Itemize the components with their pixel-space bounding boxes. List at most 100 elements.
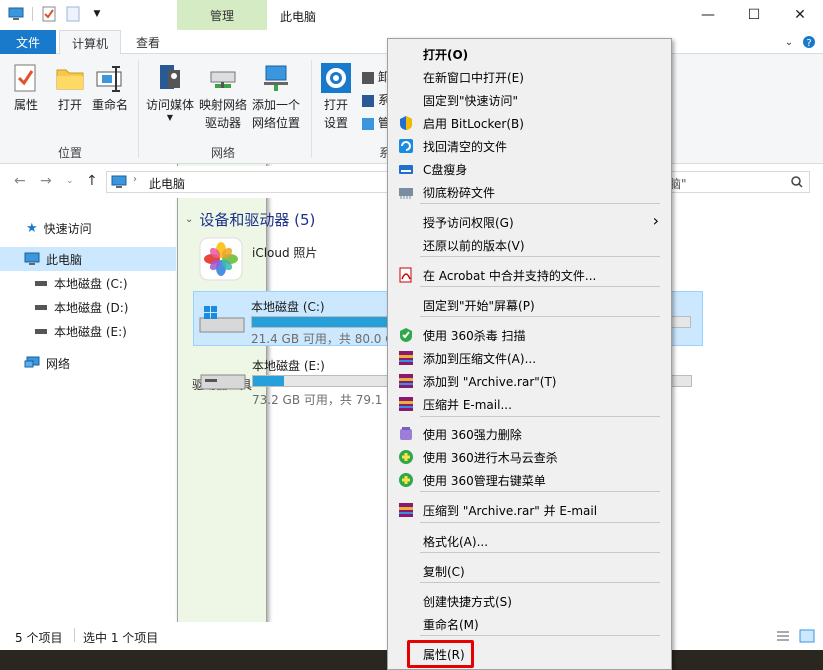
sidebar-item-quick-access[interactable]: ★ 快速访问 bbox=[0, 216, 176, 240]
maximize-button[interactable]: ☐ bbox=[731, 0, 777, 30]
collapse-chevron-icon: ⌄ bbox=[185, 214, 194, 225]
system-props-icon bbox=[362, 94, 374, 107]
sidebar-item-this-pc[interactable]: 此电脑 bbox=[0, 247, 176, 271]
rename-icon bbox=[96, 66, 122, 92]
rename-button[interactable]: 重命名 bbox=[92, 62, 128, 114]
context-menu-item[interactable]: 固定到"开始"屏幕(P) bbox=[390, 294, 669, 316]
context-menu-item[interactable]: 找回清空的文件 bbox=[390, 135, 669, 157]
context-menu-item[interactable]: 使用 360杀毒 扫描 bbox=[390, 324, 669, 346]
drive-icon bbox=[35, 305, 47, 310]
context-menu-item[interactable]: 压缩到 "Archive.rar" 并 E-mail bbox=[390, 499, 669, 521]
quick-access-toolbar: ▼ bbox=[8, 6, 113, 22]
close-button[interactable]: ✕ bbox=[777, 0, 823, 30]
context-menu-item[interactable]: 格式化(A)... bbox=[390, 530, 669, 552]
breadcrumb-path[interactable]: 此电脑 bbox=[149, 175, 185, 192]
access-media-button[interactable]: 访问媒体 ▼ bbox=[146, 62, 194, 122]
sidebar-item-drive-d[interactable]: 本地磁盘 (D:) bbox=[0, 295, 176, 319]
tab-view[interactable]: 查看 bbox=[124, 30, 172, 54]
details-view-icon[interactable] bbox=[776, 629, 790, 643]
sidebar-item-label: 本地磁盘 (E:) bbox=[54, 324, 127, 339]
context-menu-item[interactable]: 彻底粉碎文件 bbox=[390, 181, 669, 203]
add-network-location-button[interactable]: 添加一个 网络位置 bbox=[252, 62, 300, 132]
shred-icon bbox=[398, 184, 414, 200]
sidebar-item-drive-e[interactable]: 本地磁盘 (E:) bbox=[0, 319, 176, 343]
back-arrow-icon[interactable]: ← bbox=[14, 173, 26, 189]
properties-button[interactable]: 属性 bbox=[10, 62, 42, 114]
search-icon[interactable] bbox=[791, 176, 803, 188]
context-menu-item[interactable]: 压缩并 E-mail... bbox=[390, 393, 669, 415]
context-menu-item[interactable]: 打开(O) bbox=[390, 43, 669, 65]
properties-icon bbox=[14, 64, 36, 92]
c-slim-icon bbox=[398, 161, 414, 177]
map-drive-button[interactable]: 映射网络 驱动器 bbox=[199, 62, 247, 132]
ribbon-collapse-icon[interactable]: ⌄ bbox=[780, 30, 798, 54]
context-menu-item[interactable]: 添加到压缩文件(A)... bbox=[390, 347, 669, 369]
context-menu-item[interactable]: 固定到"快速访问" bbox=[390, 89, 669, 111]
context-menu-item[interactable]: 使用 360进行木马云查杀 bbox=[390, 446, 669, 468]
winrar-icon bbox=[398, 396, 414, 412]
manage-context-tab-header: 管理 bbox=[177, 0, 267, 30]
context-menu-item[interactable]: 授予访问权限(G) › bbox=[390, 211, 669, 233]
sidebar-item-drive-c[interactable]: 本地磁盘 (C:) bbox=[0, 271, 176, 295]
context-menu-label: 固定到"快速访问" bbox=[423, 94, 519, 108]
context-menu-separator bbox=[420, 635, 660, 636]
item-count: 5 个项目 bbox=[15, 631, 63, 645]
new-folder-icon[interactable] bbox=[65, 6, 81, 22]
open-button[interactable]: 打开 bbox=[54, 62, 86, 114]
context-menu-item[interactable]: 还原以前的版本(V) bbox=[390, 234, 669, 256]
computer-small-icon bbox=[8, 6, 24, 22]
svg-text:?: ? bbox=[806, 38, 811, 49]
360-trojan-icon bbox=[398, 449, 414, 465]
section-title: 设备和驱动器 (5) bbox=[199, 211, 316, 229]
context-menu-item[interactable]: 使用 360管理右键菜单 bbox=[390, 469, 669, 491]
drive-usage-fill bbox=[253, 376, 284, 386]
media-icon bbox=[160, 65, 180, 89]
drive-space-text: 21.4 GB 可用，共 80.0 G bbox=[251, 332, 395, 346]
ribbon-system-partial: 卸 系 管 bbox=[362, 66, 390, 135]
context-menu-item[interactable]: 创建快捷方式(S) bbox=[390, 590, 669, 612]
context-menu-label: 添加到压缩文件(A)... bbox=[423, 352, 537, 366]
context-menu-label: 压缩并 E-mail... bbox=[423, 398, 512, 412]
properties-check-icon[interactable] bbox=[41, 6, 57, 22]
context-menu-item[interactable]: C盘瘦身 bbox=[390, 158, 669, 180]
search-box[interactable]: 脑" bbox=[660, 171, 810, 193]
drive-icon bbox=[35, 281, 47, 286]
context-menu-label: 创建快捷方式(S) bbox=[423, 595, 512, 609]
context-menu-item[interactable]: 重命名(M) bbox=[390, 613, 669, 635]
drive-tile-icloud[interactable]: iCloud 照片 bbox=[195, 233, 405, 288]
network-location-icon bbox=[264, 65, 288, 91]
forward-arrow-icon[interactable]: → bbox=[40, 173, 52, 189]
context-menu-label: C盘瘦身 bbox=[423, 163, 468, 177]
minimize-button[interactable]: — bbox=[685, 0, 731, 30]
context-menu-label: 还原以前的版本(V) bbox=[423, 239, 525, 253]
context-menu-item[interactable]: 复制(C) bbox=[390, 560, 669, 582]
devices-section-header[interactable]: ⌄ 设备和驱动器 (5) bbox=[185, 209, 315, 230]
large-icons-view-icon[interactable] bbox=[799, 628, 815, 644]
context-menu-item[interactable]: 在新窗口中打开(E) bbox=[390, 66, 669, 88]
sidebar-item-network[interactable]: 网络 bbox=[0, 351, 176, 375]
breadcrumb-chevron-icon: › bbox=[133, 174, 137, 185]
context-menu-item[interactable]: 启用 BitLocker(B) bbox=[390, 112, 669, 134]
tab-computer[interactable]: 计算机 bbox=[59, 30, 121, 55]
rename-label: 重命名 bbox=[92, 98, 129, 112]
qat-dropdown-icon[interactable]: ▼ bbox=[89, 6, 105, 22]
up-arrow-icon[interactable]: ↑ bbox=[86, 173, 98, 189]
winrar-icon bbox=[398, 502, 414, 518]
context-menu-item[interactable]: 使用 360强力删除 bbox=[390, 423, 669, 445]
context-menu-label: 启用 BitLocker(B) bbox=[423, 117, 524, 131]
context-menu-label: 打开(O) bbox=[423, 48, 469, 62]
tab-file[interactable]: 文件 bbox=[0, 30, 56, 54]
ribbon-separator bbox=[311, 60, 312, 158]
shield-icon bbox=[398, 115, 414, 131]
context-menu-item[interactable]: 在 Acrobat 中合并支持的文件... bbox=[390, 264, 669, 286]
recent-dropdown-icon[interactable]: ⌄ bbox=[66, 176, 74, 186]
access-media-label: 访问媒体 bbox=[146, 98, 195, 112]
context-menu-item[interactable]: 属性(R) bbox=[390, 643, 669, 665]
drive-tile-e[interactable]: 本地磁盘 (E:) 73.2 GB 可用，共 79.1 G bbox=[195, 351, 692, 407]
context-menu-separator bbox=[420, 203, 660, 204]
context-menu-separator bbox=[420, 256, 660, 257]
help-icon[interactable]: ? bbox=[800, 30, 818, 54]
uninstall-icon bbox=[362, 71, 374, 84]
context-menu-item[interactable]: 添加到 "Archive.rar"(T) bbox=[390, 370, 669, 392]
open-settings-button[interactable]: 打开 设置 bbox=[320, 62, 352, 132]
